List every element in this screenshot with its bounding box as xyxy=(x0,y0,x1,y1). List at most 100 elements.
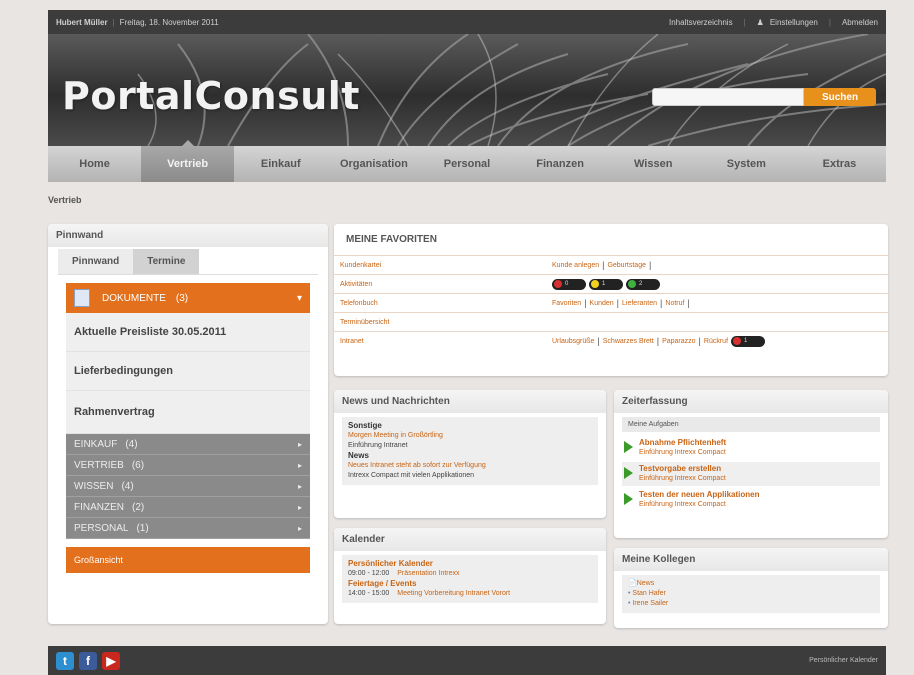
tab-termine[interactable]: Termine xyxy=(133,249,200,274)
event-text: Meeting Vorbereitung Intranet Vorort xyxy=(397,590,511,597)
document-item[interactable]: Aktuelle Preisliste 30.05.2011 xyxy=(66,313,310,352)
favorite-label[interactable]: Intranet xyxy=(340,338,552,345)
favorite-link[interactable]: Geburtstage xyxy=(607,262,646,269)
footer-link[interactable]: Persönlicher Kalender xyxy=(809,657,878,664)
divider: | xyxy=(597,336,600,346)
favorite-link[interactable]: Urlaubsgrüße xyxy=(552,338,594,345)
tab-organisation[interactable]: Organisation xyxy=(327,146,420,182)
task-title: Testen der neuen Applikationen xyxy=(639,490,760,499)
favorite-row: Telefonbuch Favoriten | Kunden | Lieferant… xyxy=(334,293,888,312)
current-date: Freitag, 18. November 2011 xyxy=(119,17,219,27)
search-input[interactable] xyxy=(652,88,804,106)
event-time: 14:00 - 15:00 xyxy=(348,590,390,597)
tab-home[interactable]: Home xyxy=(48,146,141,182)
category-wissen[interactable]: WISSEN (4) ▸ xyxy=(66,476,310,497)
footer: t f ▶ Persönlicher Kalender xyxy=(48,646,886,675)
colleagues-panel: Meine Kollegen 📄News • Stan Hafer • Iren… xyxy=(614,548,888,628)
chevron-down-icon: ▾ xyxy=(296,292,302,304)
favorite-row: Kundenkartei Kunde anlegen | Geburtstage | xyxy=(334,255,888,274)
tab-personal[interactable]: Personal xyxy=(420,146,513,182)
favorite-link[interactable]: Rückruf xyxy=(704,338,728,345)
breadcrumb[interactable]: Vertrieb xyxy=(48,195,82,205)
colleague-name: News xyxy=(636,580,655,587)
tab-finanzen[interactable]: Finanzen xyxy=(514,146,607,182)
status-badge-yellow[interactable]: 1 xyxy=(589,278,623,290)
favorite-link[interactable]: Favoriten xyxy=(552,300,581,307)
tab-einkauf[interactable]: Einkauf xyxy=(234,146,327,182)
favorite-label[interactable]: Aktivitäten xyxy=(340,281,552,288)
news-item[interactable]: Intrexx Compact mit vielen Applikationen xyxy=(348,471,592,481)
favorite-label[interactable]: Terminübersicht xyxy=(340,319,552,326)
user-icon: ♟ xyxy=(756,17,764,27)
pinnwand-tabs: Pinnwand Termine xyxy=(58,249,318,275)
colleague-item[interactable]: 📄News xyxy=(628,579,874,589)
badge-count: 1 xyxy=(602,281,606,287)
category-label: FINANZEN xyxy=(74,501,124,513)
task-item[interactable]: Testen der neuen Applikationen Einführung… xyxy=(622,488,880,512)
tab-extras[interactable]: Extras xyxy=(793,146,886,182)
colleagues-box: 📄News • Stan Hafer • Irene Sailer xyxy=(622,575,880,613)
event-time: 09:00 - 12:00 xyxy=(348,570,390,577)
logout-link[interactable]: Abmelden xyxy=(842,18,878,27)
document-item[interactable]: Rahmenvertrag xyxy=(66,391,310,434)
status-badge-red[interactable]: 0 xyxy=(552,278,586,290)
facebook-icon[interactable]: f xyxy=(79,651,97,670)
task-item[interactable]: Testvorgabe erstellen Einführung Intrexx … xyxy=(622,462,880,486)
search-form: Suchen xyxy=(652,88,876,106)
document-item[interactable]: Lieferbedingungen xyxy=(66,352,310,391)
twitter-icon[interactable]: t xyxy=(56,651,74,670)
tab-wissen[interactable]: Wissen xyxy=(607,146,700,182)
favorite-link[interactable]: Lieferanten xyxy=(622,300,657,307)
documents-header[interactable]: DOKUMENTE (3) ▾ xyxy=(66,283,310,313)
pinnwand-title: Pinnwand xyxy=(48,224,328,247)
divider: | xyxy=(698,336,701,346)
badge-count: 2 xyxy=(639,281,643,287)
calendar-entry[interactable]: 09:00 - 12:00 Präsentation Intrexx xyxy=(348,569,592,579)
colleague-name: Stan Hafer xyxy=(632,590,666,597)
red-dot-icon xyxy=(733,337,742,345)
toc-link[interactable]: Inhaltsverzeichnis xyxy=(669,18,733,27)
favorite-label[interactable]: Kundenkartei xyxy=(340,262,552,269)
news-item[interactable]: Neues Intranet steht ab sofort zur Verfü… xyxy=(348,461,592,471)
tab-pinnwand[interactable]: Pinnwand xyxy=(58,249,134,274)
calendar-section-heading: Feiertage / Events xyxy=(348,579,417,588)
pinnwand-panel: Pinnwand Pinnwand Termine DOKUMENTE (3) … xyxy=(48,224,328,624)
favorite-link[interactable]: Schwarzes Brett xyxy=(603,338,654,345)
documents-label: DOKUMENTE xyxy=(102,292,166,304)
favorite-link[interactable]: Kunden xyxy=(590,300,614,307)
colleague-name: Irene Sailer xyxy=(632,600,669,607)
favorite-link[interactable]: Notruf xyxy=(665,300,684,307)
divider: | xyxy=(584,298,587,308)
favorite-link[interactable]: Kunde anlegen xyxy=(552,262,599,269)
news-item[interactable]: Morgen Meeting in Großörtling xyxy=(348,431,592,441)
task-title: Testvorgabe erstellen xyxy=(639,464,722,473)
badge-count: 0 xyxy=(565,281,569,287)
chevron-right-icon: ▸ xyxy=(297,481,302,491)
category-vertrieb[interactable]: VERTRIEB (6) ▸ xyxy=(66,455,310,476)
news-item[interactable]: Einführung Intranet xyxy=(348,441,592,451)
youtube-icon[interactable]: ▶ xyxy=(102,651,120,670)
status-badge-green[interactable]: 2 xyxy=(626,278,660,290)
settings-link[interactable]: Einstellungen xyxy=(770,18,818,27)
task-project: Einführung Intrexx Compact xyxy=(639,449,726,456)
divider: | xyxy=(648,260,652,270)
colleague-item[interactable]: • Stan Hafer xyxy=(628,589,874,599)
favorite-label[interactable]: Telefonbuch xyxy=(340,300,552,307)
category-finanzen[interactable]: FINANZEN (2) ▸ xyxy=(66,497,310,518)
divider: | xyxy=(112,17,115,27)
portal-logo: PortalConsult xyxy=(62,74,360,118)
tab-vertrieb[interactable]: Vertrieb xyxy=(141,140,235,182)
task-item[interactable]: Abnahme Pflichtenheft Einführung Intrexx … xyxy=(622,436,880,460)
category-count: (2) xyxy=(132,501,145,513)
category-personal[interactable]: PERSONAL (1) ▸ xyxy=(66,518,310,539)
calendar-entry[interactable]: 14:00 - 15:00 Meeting Vorbereitung Intra… xyxy=(348,589,592,599)
favorite-link[interactable]: Paparazzo xyxy=(662,338,695,345)
tab-system[interactable]: System xyxy=(700,146,793,182)
large-view-button[interactable]: Großansicht xyxy=(66,547,310,573)
search-button[interactable]: Suchen xyxy=(804,88,876,106)
status-badge-red[interactable]: 1 xyxy=(731,335,766,347)
favorite-row: Intranet Urlaubsgrüße | Schwarzes Brett | … xyxy=(334,331,888,350)
category-label: PERSONAL xyxy=(74,522,129,534)
colleague-item[interactable]: • Irene Sailer xyxy=(628,599,874,609)
category-einkauf[interactable]: EINKAUF (4) ▸ xyxy=(66,434,310,455)
